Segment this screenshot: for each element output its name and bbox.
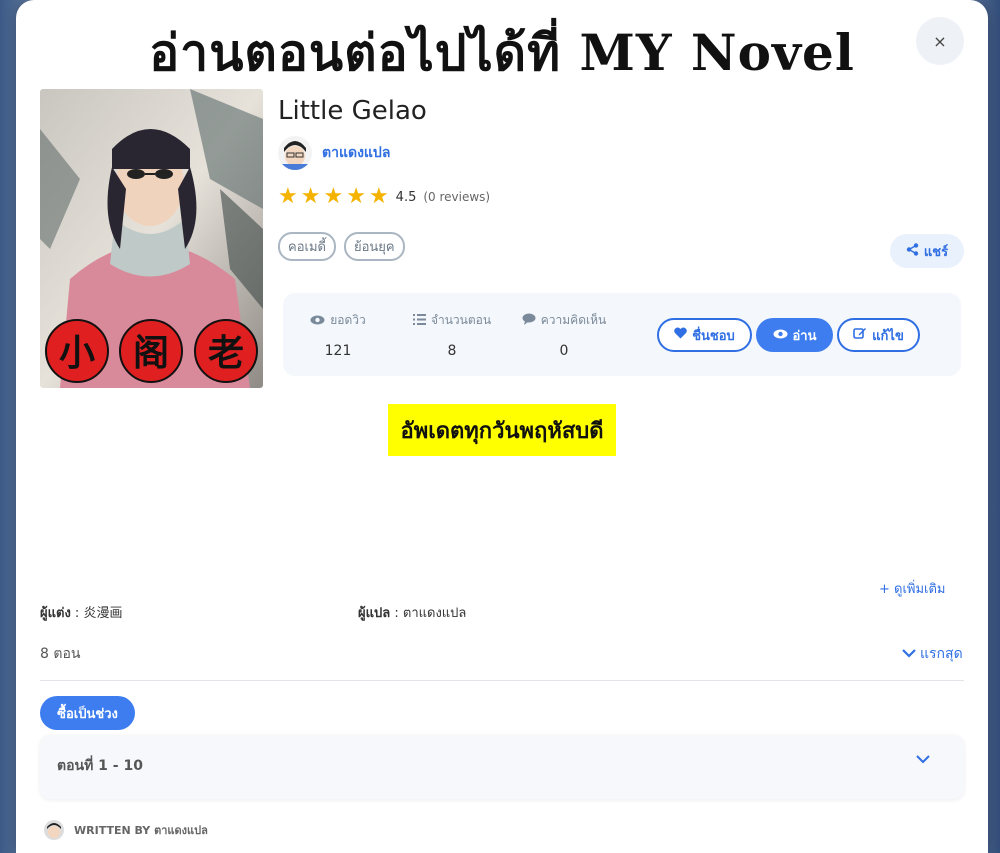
writer-name: 炎漫画 <box>83 606 123 621</box>
chevron-down-icon <box>916 749 930 768</box>
read-label: อ่าน <box>792 328 817 344</box>
cover-char-2: 阁 <box>133 332 169 374</box>
like-label: ชื่นชอบ <box>692 328 735 344</box>
sort-label: แรกสุด <box>920 646 963 662</box>
close-button[interactable]: × <box>916 17 964 65</box>
written-by: WRITTEN BY ตาแดงแปล <box>44 820 208 840</box>
star-icon: ★ <box>368 184 389 209</box>
tag-historical[interactable]: ย้อนยุค <box>343 232 405 261</box>
like-button[interactable]: ชื่นชอบ <box>657 318 752 352</box>
divider <box>40 680 964 681</box>
writer-credit: ผู้แต่ง : 炎漫画 <box>40 606 123 621</box>
edit-icon <box>853 326 867 344</box>
translator-name: ตาแดงแปล <box>402 606 467 621</box>
star-icon: ★ <box>300 184 321 209</box>
stat-episodes-value: 8 <box>447 343 457 359</box>
update-announcement: อัพเดตทุกวันพฤหัสบดี <box>388 404 616 456</box>
share-label: แชร์ <box>923 244 949 260</box>
list-icon <box>412 313 426 328</box>
stats-panel: ยอดวิว 121 จำนวนตอน 8 ความคิดเห็น 0 ชื่น… <box>283 293 961 376</box>
promo-banner: อ่านตอนต่อไปได้ที่ MY Novel <box>149 23 855 82</box>
episode-range-label: ตอนที่ 1 - 10 <box>57 758 143 774</box>
author-avatar <box>278 136 312 170</box>
translator-credit: ผู้แปล : ตาแดงแปล <box>358 606 467 621</box>
edit-label: แก้ไข <box>872 328 904 344</box>
genre-tags: คอเมดี้ ย้อนยุค <box>278 232 405 261</box>
rating-score: 4.5 <box>395 189 417 205</box>
star-icon: ★ <box>346 184 366 209</box>
stat-comments: ความคิดเห็น 0 <box>509 311 619 359</box>
share-icon <box>906 242 919 260</box>
writer-label: ผู้แต่ง <box>40 606 71 621</box>
star-icon: ★ <box>278 184 298 209</box>
comment-icon <box>522 313 536 328</box>
rating: ★ ★ ★ ★ ★ 4.5 (0 reviews) <box>278 186 490 208</box>
translator-label: ผู้แปล <box>358 606 391 621</box>
stat-views-value: 121 <box>324 343 352 359</box>
close-icon: × <box>933 31 947 51</box>
novel-cover-image: 小 阁 老 <box>40 89 263 388</box>
author-name: ตาแดงแปล <box>322 145 391 161</box>
cover-char-3: 老 <box>208 333 244 374</box>
buy-range-button[interactable]: ซื้อเป็นช่วง <box>40 696 135 730</box>
episode-range-accordion[interactable]: ตอนที่ 1 - 10 <box>40 735 964 799</box>
stat-comments-label: ความคิดเห็น <box>540 313 607 327</box>
edit-button[interactable]: แก้ไข <box>837 318 920 352</box>
stat-comments-value: 0 <box>559 343 569 359</box>
cover-char-1: 小 <box>59 333 95 374</box>
eye-icon <box>310 314 325 328</box>
share-button[interactable]: แชร์ <box>890 234 964 268</box>
novel-title: Little Gelao <box>278 96 427 126</box>
tag-comedy[interactable]: คอเมดี้ <box>278 232 336 261</box>
sort-button[interactable]: แรกสุด <box>902 643 963 665</box>
stat-views-label: ยอดวิว <box>330 313 366 327</box>
stat-views: ยอดวิว 121 <box>283 311 393 359</box>
episode-count: 8 ตอน <box>40 646 81 662</box>
author-link[interactable]: ตาแดงแปล <box>278 136 390 170</box>
footer-avatar <box>44 820 64 840</box>
stat-episodes-label: จำนวนตอน <box>430 313 492 327</box>
written-by-text: WRITTEN BY ตาแดงแปล <box>74 824 208 837</box>
star-icon: ★ <box>323 184 344 209</box>
heart-icon <box>674 327 688 343</box>
chevron-down-icon <box>902 646 916 662</box>
see-more-link[interactable]: + ดูเพิ่มเติม <box>879 578 946 599</box>
novel-modal: อ่านตอนต่อไปได้ที่ MY Novel × 小 阁 老 Litt… <box>16 0 988 853</box>
rating-reviews: (0 reviews) <box>423 190 491 204</box>
stat-episodes: จำนวนตอน 8 <box>397 311 507 359</box>
read-button[interactable]: อ่าน <box>756 318 833 352</box>
eye-icon <box>773 328 788 343</box>
